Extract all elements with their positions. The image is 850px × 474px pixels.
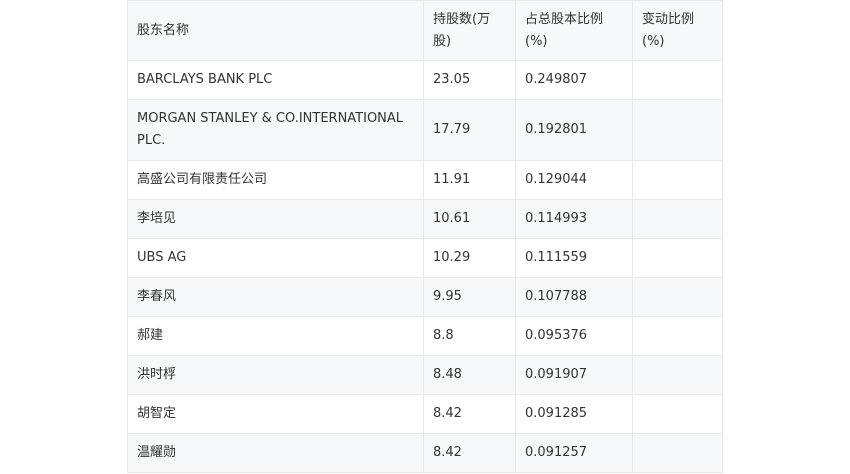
cell-shares-held: 17.79 xyxy=(423,99,516,161)
cell-shares-held: 8.8 xyxy=(423,316,516,356)
cell-shares-held: 23.05 xyxy=(423,60,516,100)
table-row: 郝建 8.8 0.095376 xyxy=(127,316,723,356)
cell-shares-held: 8.42 xyxy=(423,433,516,473)
cell-change-ratio xyxy=(632,355,723,395)
cell-change-ratio xyxy=(632,160,723,200)
cell-shareholder-name: 李培见 xyxy=(127,199,424,239)
shareholder-table-container: 股东名称 持股数(万股) 占总股本比例(%) 变动比例(%) BARCLAYS … xyxy=(127,0,723,473)
header-shares-held: 持股数(万股) xyxy=(423,0,516,61)
header-shareholder-name: 股东名称 xyxy=(127,0,424,61)
cell-shareholder-name: 胡智定 xyxy=(127,394,424,434)
cell-shareholder-name: 高盛公司有限责任公司 xyxy=(127,160,424,200)
cell-shareholder-name: 温耀勋 xyxy=(127,433,424,473)
table-header-row: 股东名称 持股数(万股) 占总股本比例(%) 变动比例(%) xyxy=(127,0,723,61)
cell-shareholder-name: 洪时桴 xyxy=(127,355,424,395)
table-row: BARCLAYS BANK PLC 23.05 0.249807 xyxy=(127,60,723,100)
table-row: MORGAN STANLEY & CO.INTERNATIONAL PLC. 1… xyxy=(127,99,723,161)
header-share-ratio: 占总股本比例(%) xyxy=(515,0,633,61)
cell-share-ratio: 0.249807 xyxy=(515,60,633,100)
cell-shareholder-name: 郝建 xyxy=(127,316,424,356)
cell-shares-held: 10.61 xyxy=(423,199,516,239)
table-row: 胡智定 8.42 0.091285 xyxy=(127,394,723,434)
cell-shares-held: 8.48 xyxy=(423,355,516,395)
cell-shares-held: 8.42 xyxy=(423,394,516,434)
cell-change-ratio xyxy=(632,238,723,278)
cell-shares-held: 9.95 xyxy=(423,277,516,317)
cell-share-ratio: 0.129044 xyxy=(515,160,633,200)
cell-change-ratio xyxy=(632,99,723,161)
cell-share-ratio: 0.114993 xyxy=(515,199,633,239)
cell-shareholder-name: MORGAN STANLEY & CO.INTERNATIONAL PLC. xyxy=(127,99,424,161)
cell-share-ratio: 0.095376 xyxy=(515,316,633,356)
cell-change-ratio xyxy=(632,394,723,434)
cell-share-ratio: 0.192801 xyxy=(515,99,633,161)
cell-share-ratio: 0.091257 xyxy=(515,433,633,473)
table-row: 李培见 10.61 0.114993 xyxy=(127,199,723,239)
cell-shareholder-name: 李春风 xyxy=(127,277,424,317)
cell-share-ratio: 0.107788 xyxy=(515,277,633,317)
header-change-ratio: 变动比例(%) xyxy=(632,0,723,61)
cell-share-ratio: 0.111559 xyxy=(515,238,633,278)
table-row: 李春风 9.95 0.107788 xyxy=(127,277,723,317)
cell-shares-held: 11.91 xyxy=(423,160,516,200)
cell-change-ratio xyxy=(632,60,723,100)
table-row: 温耀勋 8.42 0.091257 xyxy=(127,433,723,473)
cell-change-ratio xyxy=(632,277,723,317)
cell-change-ratio xyxy=(632,433,723,473)
cell-share-ratio: 0.091285 xyxy=(515,394,633,434)
cell-change-ratio xyxy=(632,199,723,239)
table-row: UBS AG 10.29 0.111559 xyxy=(127,238,723,278)
shareholder-table: 股东名称 持股数(万股) 占总股本比例(%) 变动比例(%) BARCLAYS … xyxy=(127,0,723,473)
cell-shareholder-name: UBS AG xyxy=(127,238,424,278)
cell-share-ratio: 0.091907 xyxy=(515,355,633,395)
cell-change-ratio xyxy=(632,316,723,356)
cell-shareholder-name: BARCLAYS BANK PLC xyxy=(127,60,424,100)
cell-shares-held: 10.29 xyxy=(423,238,516,278)
table-row: 高盛公司有限责任公司 11.91 0.129044 xyxy=(127,160,723,200)
table-row: 洪时桴 8.48 0.091907 xyxy=(127,355,723,395)
